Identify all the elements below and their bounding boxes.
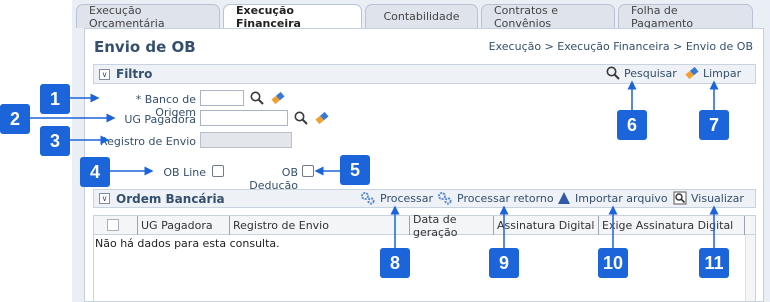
- module-tabs: Execução Orçamentária Execução Financeir…: [76, 4, 756, 30]
- annotation-badge-5: 5: [340, 155, 370, 185]
- banco-origem-input[interactable]: [200, 90, 244, 106]
- grid-header: UG Pagadora Registro de Envio Data de ge…: [94, 213, 755, 239]
- processar-retorno-button[interactable]: Processar retorno: [437, 191, 554, 205]
- eraser-icon: [685, 66, 699, 80]
- importar-arquivo-button[interactable]: Importar arquivo: [557, 191, 668, 205]
- tab-contratos-convenios[interactable]: Contratos e Convênios: [481, 4, 615, 30]
- registro-envio-label: Registro de Envio: [100, 135, 196, 148]
- visualizar-button[interactable]: Visualizar: [673, 191, 744, 205]
- ug-pagadora-label: UG Pagadora: [124, 113, 196, 126]
- column-header-data-geracao[interactable]: Data de geração: [410, 213, 494, 239]
- tab-folha-pagamento[interactable]: Folha de Pagamento: [618, 4, 753, 30]
- importar-arquivo-button-label: Importar arquivo: [575, 191, 668, 205]
- page-title: Envio de OB: [94, 38, 196, 56]
- tab-execucao-financeira[interactable]: Execução Financeira: [223, 4, 362, 30]
- annotation-badge-6: 6: [617, 110, 647, 140]
- annotation-badge-8: 8: [380, 248, 410, 278]
- annotation-badge-4: 4: [80, 157, 110, 187]
- annotation-badge-1: 1: [40, 84, 70, 114]
- clear-button-label: Limpar: [703, 66, 742, 80]
- annotation-badge-9: 9: [489, 248, 519, 278]
- processar-retorno-button-label: Processar retorno: [457, 191, 554, 205]
- column-header-exige-assinatura[interactable]: Exige Assinatura Digital: [599, 216, 745, 235]
- ug-pagadora-search-icon[interactable]: [294, 111, 308, 125]
- banco-origem-clear-icon[interactable]: [271, 91, 285, 105]
- banco-origem-search-icon[interactable]: [250, 91, 264, 105]
- ob-line-label: OB Line: [163, 166, 206, 179]
- ob-line-checkbox[interactable]: [212, 165, 224, 177]
- column-header-registro-envio[interactable]: Registro de Envio: [230, 216, 410, 235]
- magnifier-icon: [606, 66, 620, 80]
- select-all-column: [94, 216, 138, 235]
- tab-execucao-orcamentaria[interactable]: Execução Orçamentária: [76, 4, 220, 30]
- annotation-badge-3: 3: [40, 126, 70, 156]
- visualizar-button-label: Visualizar: [691, 191, 744, 205]
- preview-icon: [673, 191, 687, 205]
- filter-section-title: Filtro: [116, 67, 153, 81]
- processar-button-label: Processar: [380, 191, 433, 205]
- select-all-checkbox[interactable]: [107, 219, 119, 231]
- triangle-upload-icon: [557, 191, 571, 205]
- tab-contabilidade[interactable]: Contabilidade: [365, 4, 478, 28]
- gears-icon: [360, 191, 376, 205]
- breadcrumb: Execução > Execução Financeira > Envio d…: [488, 40, 753, 53]
- ug-pagadora-input[interactable]: [200, 110, 288, 126]
- annotation-badge-2: 2: [0, 104, 30, 134]
- ordem-bancaria-grid: UG Pagadora Registro de Envio Data de ge…: [93, 213, 756, 302]
- gears-icon: [437, 191, 453, 205]
- annotation-badge-7: 7: [699, 110, 729, 140]
- annotation-badge-10: 10: [598, 248, 628, 278]
- grid-scrollbar[interactable]: [745, 235, 755, 301]
- processar-button[interactable]: Processar: [360, 191, 433, 205]
- collapse-toggle-icon[interactable]: ∨: [99, 68, 110, 80]
- ordem-section-title: Ordem Bancária: [116, 191, 225, 206]
- search-button-label: Pesquisar: [624, 66, 677, 80]
- ob-deducao-checkbox[interactable]: [302, 165, 314, 177]
- column-header-assinatura-digital[interactable]: Assinatura Digital: [494, 216, 599, 235]
- ug-pagadora-clear-icon[interactable]: [315, 111, 329, 125]
- search-button[interactable]: Pesquisar: [606, 66, 677, 80]
- column-header-ug-pagadora[interactable]: UG Pagadora: [138, 216, 230, 235]
- empty-grid-message: Não há dados para esta consulta.: [95, 237, 280, 250]
- registro-envio-input: [200, 132, 292, 148]
- annotation-badge-11: 11: [699, 248, 729, 278]
- clear-button[interactable]: Limpar: [685, 66, 741, 80]
- collapse-toggle-icon[interactable]: ∨: [99, 193, 110, 204]
